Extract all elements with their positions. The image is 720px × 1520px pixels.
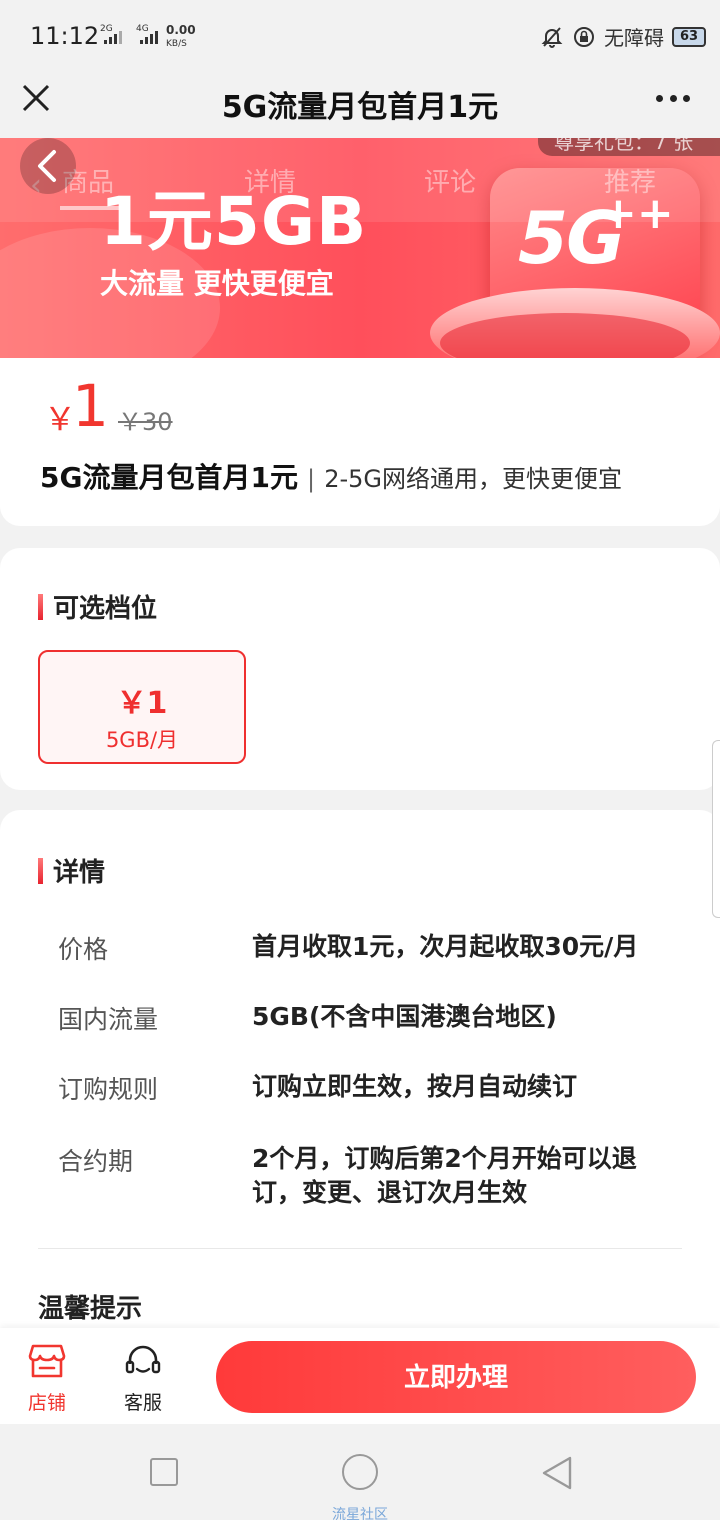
options-card: 可选档位 ￥1 5GB/月 (0, 548, 720, 790)
more-button[interactable] (656, 92, 690, 104)
detail-value: 2个月，订购后第2个月开始可以退订，变更、退订次月生效 (252, 1144, 637, 1207)
status-bar: 11:12 2G 4G 0.00 KB/S 无障碍 63 (0, 0, 720, 68)
mute-bell-icon (541, 26, 563, 48)
detail-value: 订购立即生效，按月自动续订 (252, 1072, 578, 1101)
home-button[interactable] (342, 1454, 378, 1490)
detail-label: 订购规则 (58, 1075, 159, 1104)
section-accent-bar (38, 593, 43, 620)
price-current: 1 (72, 372, 109, 440)
battery-indicator: 63 (672, 26, 706, 47)
system-navigation-bar: 流星社区 (0, 1424, 720, 1520)
options-title: 可选档位 (53, 594, 158, 624)
product-separator: | (307, 465, 316, 493)
option-spec: 5GB/月 (105, 728, 179, 752)
shop-button[interactable]: 店铺 (12, 1342, 82, 1415)
option-price: ￥1 (116, 686, 168, 721)
notice-pill[interactable]: 尊享礼包：7 张 (538, 138, 720, 156)
tab-details[interactable]: 详情 (244, 162, 296, 199)
detail-label: 合约期 (58, 1147, 134, 1176)
customer-service-button[interactable]: 客服 (108, 1342, 178, 1415)
scrollbar[interactable] (712, 740, 720, 918)
shop-label: 店铺 (27, 1392, 66, 1414)
details-card: 详情 价格 首月收取1元，次月起收取30元/月 国内流量 5GB(不含中国港澳台… (0, 810, 720, 1370)
chevron-left-icon (38, 150, 56, 182)
action-bar: 店铺 客服 立即办理 (0, 1328, 720, 1424)
network-speed: 0.00 KB/S (166, 24, 196, 50)
more-dots-icon (656, 94, 663, 102)
option-tier-1[interactable]: ￥1 5GB/月 (38, 650, 246, 764)
shop-icon (28, 1344, 66, 1378)
status-time: 11:12 (30, 22, 100, 50)
lock-rotation-icon (574, 26, 594, 47)
apply-now-button[interactable]: 立即办理 (216, 1341, 696, 1413)
recent-apps-button[interactable] (150, 1458, 178, 1486)
product-description: 2-5G网络通用，更快更便宜 (324, 465, 623, 493)
product-title-line: 5G流量月包首月1元 | 2-5G网络通用，更快更便宜 (40, 456, 622, 496)
tab-indicator (60, 206, 120, 210)
detail-label: 国内流量 (58, 1005, 159, 1034)
details-header: 详情 (38, 852, 105, 889)
service-label: 客服 (123, 1392, 162, 1414)
detail-label: 价格 (58, 935, 109, 964)
speed-value: 0.00 (166, 23, 196, 37)
detail-value: 首月收取1元，次月起收取30元/月 (252, 932, 639, 961)
watermark-caption: 流星社区 (332, 1507, 388, 1520)
headset-icon (125, 1345, 161, 1374)
price-card: ￥ 1 ￥30 5G流量月包首月1元 | 2-5G网络通用，更快更便宜 (0, 358, 720, 526)
tab-comments[interactable]: 评论 (424, 162, 476, 199)
details-title: 详情 (53, 858, 106, 888)
promo-banner: 5G ++ 1元5GB 大流量 更快更便宜 ‹ 商品 详情 评论 推荐 尊享礼包… (0, 138, 720, 358)
back-button[interactable] (20, 138, 76, 194)
price-original: ￥30 (118, 408, 173, 436)
section-accent-bar (38, 857, 43, 884)
divider (38, 1248, 682, 1249)
detail-value: 5GB(不含中国港澳台地区) (252, 1002, 557, 1031)
signal-2-icon (140, 28, 158, 44)
title-bar: 5G流量月包首月1元 (0, 68, 720, 138)
accessibility-label: 无障碍 (604, 26, 664, 50)
system-back-icon[interactable] (540, 1454, 574, 1492)
speed-unit: KB/S (166, 39, 187, 49)
product-name: 5G流量月包首月1元 (40, 461, 298, 494)
signal-1-icon (104, 28, 122, 44)
page-title: 5G流量月包首月1元 (221, 90, 499, 125)
banner-subtitle: 大流量 更快更便宜 (100, 267, 334, 300)
tab-recommend[interactable]: 推荐 (604, 162, 656, 199)
options-header: 可选档位 (38, 588, 157, 625)
tips-title: 温馨提示 (38, 1294, 143, 1324)
status-right-group: 无障碍 63 (540, 22, 706, 51)
